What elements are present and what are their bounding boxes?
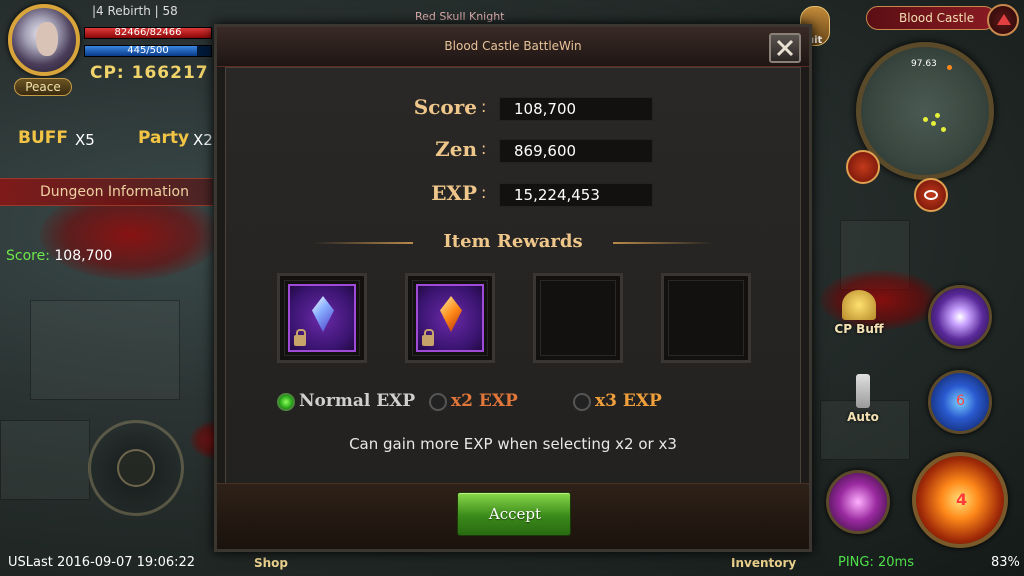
location-name: Blood Castle xyxy=(899,11,975,25)
dialog-footer: Accept xyxy=(217,483,809,549)
stat-value: 108,700 xyxy=(499,97,653,121)
lock-icon xyxy=(294,329,306,346)
dialog-title: Blood Castle BattleWin xyxy=(444,39,582,53)
minimap-dot xyxy=(923,117,928,122)
floor-tile xyxy=(0,420,90,500)
reward-item xyxy=(288,284,356,352)
joystick-knob[interactable] xyxy=(117,449,155,487)
minimap-dot xyxy=(935,113,940,118)
reward-slot-1[interactable] xyxy=(277,273,367,363)
buff-label[interactable]: BUFF xyxy=(18,128,68,148)
peace-mode-button[interactable]: Peace xyxy=(14,78,72,96)
battle-result-dialog: Blood Castle BattleWin Score : 108,700 Z… xyxy=(214,24,812,552)
item-rewards-header: Item Rewards xyxy=(217,231,809,255)
exp-option-label: x2 EXP xyxy=(451,391,518,411)
player-frame[interactable]: Peace |4 Rebirth | 58 82466/82466 445/50… xyxy=(0,0,215,100)
stat-label: EXP xyxy=(431,181,477,205)
main-attack-skill[interactable]: 4 xyxy=(912,452,1008,548)
ping-indicator: PING: 20ms xyxy=(838,555,914,570)
exp-option-x2[interactable]: x2 EXP xyxy=(429,391,529,413)
stat-colon: : xyxy=(481,97,487,116)
dungeon-info-bar[interactable]: Dungeon Information xyxy=(0,178,213,206)
dungeon-info-title: Dungeon Information xyxy=(40,184,189,200)
server-datetime: USLast 2016-09-07 19:06:22 xyxy=(8,555,196,570)
reward-item xyxy=(416,284,484,352)
exp-option-label: x3 EXP xyxy=(595,391,662,411)
lock-icon xyxy=(422,329,434,346)
cp-buff-button[interactable]: CP Buff xyxy=(834,288,884,338)
exp-option-normal[interactable]: Normal EXP xyxy=(277,391,417,413)
exp-option-label: Normal EXP xyxy=(299,391,416,411)
reward-slot-2[interactable] xyxy=(405,273,495,363)
wings-icon xyxy=(842,290,876,320)
radio-button[interactable] xyxy=(573,393,591,411)
skill-slot-2[interactable]: 6 xyxy=(928,370,992,434)
exp-hint-text: Can gain more EXP when selecting x2 or x… xyxy=(349,435,677,453)
stat-colon: : xyxy=(481,183,487,202)
minimap-dot xyxy=(941,127,946,132)
stat-colon: : xyxy=(481,139,487,158)
hp-bar: 82466/82466 xyxy=(84,27,212,39)
dungeon-score-value: 108,700 xyxy=(54,248,113,264)
reward-slot-4[interactable] xyxy=(661,273,751,363)
shop-button[interactable]: Shop xyxy=(254,556,288,570)
dungeon-score-label: Score: xyxy=(6,248,50,264)
radio-button[interactable] xyxy=(429,393,447,411)
skill-slot-3[interactable] xyxy=(826,470,890,534)
buff-count: X5 xyxy=(75,131,95,149)
dialog-header: Blood Castle BattleWin xyxy=(217,27,809,67)
skill-slot-1[interactable] xyxy=(928,285,992,349)
orange-gem-icon xyxy=(440,296,462,332)
character-icon[interactable] xyxy=(846,150,880,184)
minimap-dot xyxy=(931,121,936,126)
player-level: |4 Rebirth | 58 xyxy=(92,4,178,18)
stat-label: Score xyxy=(413,95,477,119)
dungeon-score: Score: 108,700 xyxy=(6,248,112,264)
stat-value: 869,600 xyxy=(499,139,653,163)
skill-cooldown: 6 xyxy=(956,393,965,409)
mp-text: 445/500 xyxy=(127,45,169,56)
minimap-toggle-icon[interactable] xyxy=(987,4,1019,36)
stat-label: Zen xyxy=(435,137,477,161)
radio-button[interactable] xyxy=(277,393,295,411)
location-bar: Blood Castle xyxy=(866,6,996,30)
stat-row-exp: EXP : 15,224,453 xyxy=(217,181,809,207)
accept-button[interactable]: Accept xyxy=(457,492,571,536)
main-skill-cooldown: 4 xyxy=(956,490,968,509)
eye-icon[interactable] xyxy=(914,178,948,212)
exp-option-x3[interactable]: x3 EXP xyxy=(573,391,673,413)
floor-tile xyxy=(30,300,180,400)
reward-slot-3[interactable] xyxy=(533,273,623,363)
player-avatar[interactable] xyxy=(8,4,80,76)
minimap-coords: 97.63 xyxy=(911,59,937,69)
close-button[interactable] xyxy=(769,33,801,63)
combat-power: CP: 166217 xyxy=(90,63,209,83)
inventory-button[interactable]: Inventory xyxy=(731,556,796,570)
stat-value: 15,224,453 xyxy=(499,183,653,207)
battery-indicator: 83% xyxy=(991,555,1020,570)
mp-bar: 445/500 xyxy=(84,45,212,57)
auto-label: Auto xyxy=(847,410,879,424)
movement-joystick[interactable] xyxy=(88,420,184,516)
party-label[interactable]: Party xyxy=(138,128,189,148)
auto-battle-button[interactable]: Auto xyxy=(838,372,888,424)
cp-buff-label: CP Buff xyxy=(834,322,884,336)
party-count: X2 xyxy=(193,131,213,149)
accept-label: Accept xyxy=(488,505,542,523)
target-name: Red Skull Knight xyxy=(415,10,505,23)
purple-crystal-icon xyxy=(312,296,334,332)
stat-row-zen: Zen : 869,600 xyxy=(217,137,809,163)
divider xyxy=(613,242,713,244)
sword-icon xyxy=(856,374,870,408)
item-rewards-title: Item Rewards xyxy=(443,231,583,252)
stat-row-score: Score : 108,700 xyxy=(217,95,809,121)
minimap-dot xyxy=(947,65,952,70)
hp-text: 82466/82466 xyxy=(114,27,182,38)
close-icon xyxy=(776,39,794,57)
